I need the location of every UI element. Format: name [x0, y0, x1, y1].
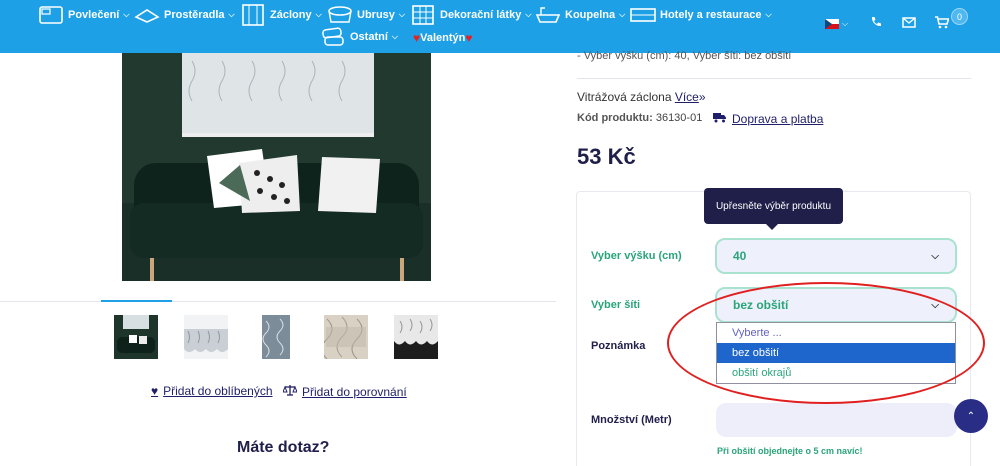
bed-icon — [630, 5, 656, 25]
quantity-label: Množství (Metr) — [591, 414, 672, 426]
nav-label: Prostěradla — [164, 9, 225, 21]
chevron-down-icon: ⌵ — [228, 10, 235, 19]
dropdown-option-bez-obsiti[interactable]: bez obšití — [717, 343, 955, 363]
delivery-payment-link[interactable]: Doprava a platba — [713, 112, 823, 126]
scales-icon — [282, 384, 298, 399]
heart-icon: ♥ — [413, 31, 421, 45]
nav-item-prosteradla[interactable]: Prostěradla ⌵ — [134, 5, 235, 25]
nav-item-hotely[interactable]: Hotely a restaurace ⌵ — [630, 5, 772, 25]
sheet-icon — [134, 5, 160, 25]
quantity-input[interactable] — [716, 403, 957, 437]
width-finish-label: Vyber šíti — [591, 299, 641, 311]
nav-label: Ubrusy — [357, 9, 395, 21]
question-heading: Máte dotaz? — [237, 439, 330, 456]
cz-flag-icon — [825, 19, 839, 29]
heart-icon: ♥ — [151, 384, 159, 398]
nav-label: Povlečení — [68, 9, 120, 21]
cart-icon[interactable] — [935, 16, 950, 32]
nav-label: Koupelna — [565, 9, 616, 21]
mail-icon[interactable] — [902, 16, 916, 31]
select-product-tooltip: Upřesněte výběr produktu — [704, 188, 843, 230]
add-to-compare-link[interactable]: Přidat do porovnání — [282, 384, 407, 399]
finish-hint: Při obšití objednejte o 5 cm navíc! — [717, 446, 863, 456]
thumbnail-active-indicator — [101, 300, 172, 302]
thumbnail-2[interactable] — [184, 315, 228, 359]
chevron-down-icon: ⌵ — [315, 10, 322, 19]
curtain-icon — [240, 4, 266, 26]
nav-item-povleceni[interactable]: Povlečení ⌵ — [38, 5, 129, 25]
height-label: Vyber výšku (cm) — [591, 250, 682, 262]
cart-count-badge: 0 — [951, 8, 968, 25]
height-select-value: 40 — [733, 249, 747, 263]
chevron-down-icon: ⌵ — [391, 32, 398, 41]
nav-item-koupelna[interactable]: Koupelna ⌵ — [535, 5, 625, 25]
nav-label: Valentýn — [420, 32, 466, 44]
product-type: Vitrážová záclona Více» — [577, 90, 706, 104]
nav-item-ostatni[interactable]: Ostatní ⌵ — [320, 27, 398, 47]
nav-label: Dekorační látky — [440, 9, 522, 21]
nav-item-dekoracni-latky[interactable]: Dekorační látky ⌵ — [410, 5, 531, 25]
chevron-down-icon: ⌵ — [842, 19, 849, 28]
double-chevron-icon: » — [698, 90, 706, 104]
selected-variant-text: - Vyber výšku (cm): 40, Vyber šíti: bez … — [577, 50, 792, 62]
chevron-down-icon: ⌵ — [123, 10, 130, 19]
tablecloth-icon — [327, 5, 353, 25]
chevron-down-icon: ⌵ — [398, 10, 405, 19]
nav-label: Ostatní — [350, 31, 388, 43]
top-navigation: Povlečení ⌵ Prostěradla ⌵ Záclony ⌵ Ubru… — [0, 0, 1000, 53]
chevron-down-icon: ⌵ — [931, 299, 939, 311]
pillows-icon — [320, 27, 346, 47]
finish-select[interactable]: bez obšití ⌵ — [715, 287, 957, 323]
divider — [577, 78, 971, 79]
phone-icon[interactable] — [870, 16, 882, 31]
bedding-icon — [38, 5, 64, 25]
product-code-label: Kód produktu: — [577, 112, 653, 124]
note-label: Poznámka — [591, 340, 646, 352]
chevron-down-icon: ⌵ — [765, 10, 772, 19]
product-type-text: Vitrážová záclona — [577, 90, 672, 104]
gallery-divider — [0, 301, 556, 302]
thumbnail-1[interactable] — [114, 315, 158, 359]
chevron-down-icon: ⌵ — [619, 10, 626, 19]
chevron-down-icon: ⌵ — [931, 250, 939, 262]
truck-icon — [713, 112, 727, 126]
product-code-value: 36130-01 — [655, 112, 703, 124]
nav-item-ubrusy[interactable]: Ubrusy ⌵ — [327, 5, 405, 25]
product-main-image[interactable] — [122, 53, 431, 281]
thumbnail-5[interactable] — [394, 315, 438, 359]
add-to-favorites-link[interactable]: ♥ Přidat do oblíbených — [151, 384, 273, 398]
compare-label: Přidat do porovnání — [302, 384, 407, 399]
language-selector[interactable]: ⌵ — [825, 19, 848, 29]
chevron-up-icon: ⌃ — [966, 410, 976, 422]
delivery-label: Doprava a platba — [732, 112, 824, 126]
bathtub-icon — [535, 5, 561, 25]
heart-icon: ♥ — [465, 31, 473, 45]
dropdown-option-obsiti-okraju[interactable]: obšití okrajů — [717, 363, 955, 383]
product-price: 53 Kč — [577, 144, 636, 169]
thumbnail-4[interactable] — [324, 315, 368, 359]
more-link[interactable]: Více — [675, 90, 699, 104]
nav-label: Hotely a restaurace — [660, 9, 762, 21]
nav-item-zaclony[interactable]: Záclony ⌵ — [240, 4, 322, 26]
finish-dropdown-list: Vyberte ... bez obšití obšití okrajů — [716, 322, 956, 384]
dropdown-option-placeholder[interactable]: Vyberte ... — [717, 323, 955, 343]
product-code: Kód produktu: 36130-01 — [577, 112, 702, 124]
chevron-down-icon: ⌵ — [525, 10, 532, 19]
scroll-to-top-button[interactable]: ⌃ — [954, 399, 988, 433]
favorites-label: Přidat do oblíbených — [163, 384, 273, 398]
nav-label: Záclony — [270, 9, 312, 21]
fabric-icon — [410, 5, 436, 25]
thumbnail-3[interactable] — [254, 315, 298, 359]
height-select[interactable]: 40 ⌵ — [715, 238, 957, 274]
finish-select-value: bez obšití — [733, 298, 789, 312]
nav-item-valentyn[interactable]: ♥ Valentýn ♥ — [413, 31, 473, 45]
